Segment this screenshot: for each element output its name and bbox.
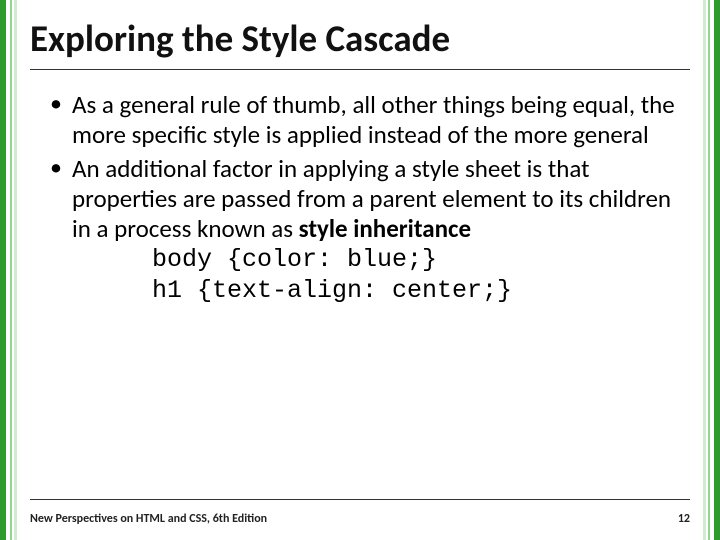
- footer-rule: [30, 499, 690, 500]
- page-number: 12: [678, 512, 690, 526]
- bullet-text: An additional factor in applying a style…: [72, 154, 680, 307]
- bullet-marker: •: [50, 90, 72, 150]
- slide-title: Exploring the Style Cascade: [30, 16, 690, 70]
- decorative-stripe: [708, 0, 710, 540]
- code-line: h1 {text-align: center;}: [152, 275, 680, 306]
- slide-body: • As a general rule of thumb, all other …: [50, 90, 680, 311]
- bullet-marker: •: [50, 154, 72, 307]
- code-line: body {color: blue;}: [152, 244, 680, 275]
- bullet-item: • As a general rule of thumb, all other …: [50, 90, 680, 150]
- footer-text-left: New Perspectives on HTML and CSS, 6th Ed…: [30, 512, 267, 526]
- slide: Exploring the Style Cascade • As a gener…: [0, 0, 720, 540]
- decorative-stripe: [703, 0, 706, 540]
- bullet-text: As a general rule of thumb, all other th…: [72, 90, 680, 150]
- bullet-item: • An additional factor in applying a sty…: [50, 154, 680, 307]
- decorative-stripe: [14, 0, 17, 540]
- decorative-stripe: [10, 0, 12, 540]
- bullet-text-bold: style inheritance: [299, 213, 471, 244]
